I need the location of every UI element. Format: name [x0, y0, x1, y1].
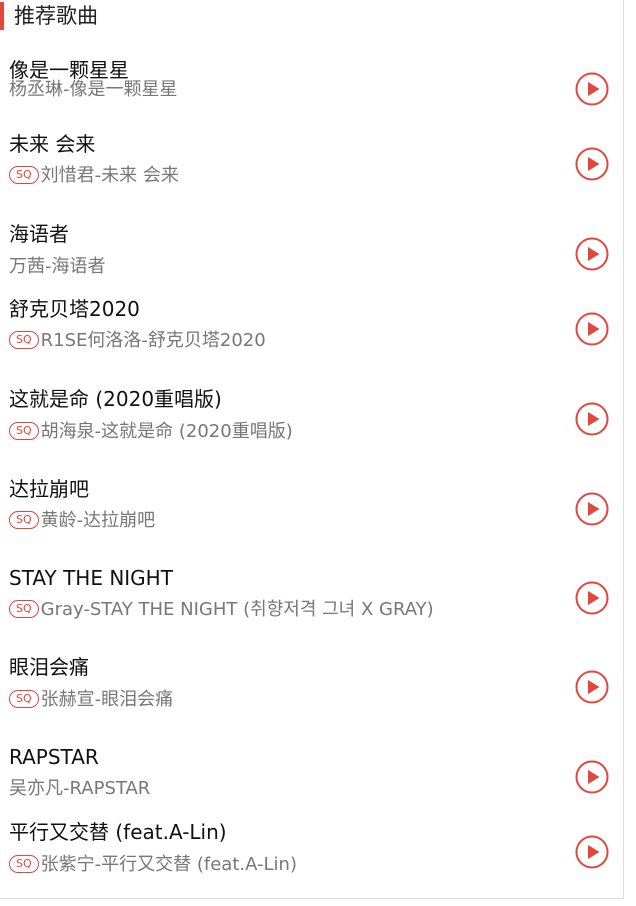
song-row[interactable]: 达拉崩吧 SQ 黄龄-达拉崩吧: [0, 475, 624, 545]
song-row[interactable]: 眼泪会痛 SQ 张赫宣-眼泪会痛: [0, 653, 624, 723]
song-meta: SQ 黄龄-达拉崩吧: [9, 509, 155, 533]
song-artist: 杨丞琳: [9, 79, 63, 100]
song-album: 舒克贝塔2020: [147, 330, 266, 351]
song-album: 海语者: [51, 256, 106, 277]
song-album: 眼泪会痛: [101, 689, 174, 710]
song-meta: SQ 胡海泉-这就是命 (2020重唱版): [9, 420, 293, 444]
song-row[interactable]: 这就是命 (2020重唱版) SQ 胡海泉-这就是命 (2020重唱版): [0, 385, 624, 455]
song-title: 未来 会来: [9, 132, 96, 156]
song-album: 像是一颗星星: [69, 79, 178, 100]
song-album: 平行又交替 (feat.A-Lin): [101, 854, 297, 875]
song-title: 达拉崩吧: [9, 477, 89, 501]
song-meta: 万茜-海语者: [9, 255, 106, 279]
play-circle-icon[interactable]: [575, 237, 609, 271]
song-meta: 吴亦凡-RAPSTAR: [9, 777, 150, 801]
sq-quality-badge: SQ: [9, 855, 39, 873]
play-circle-icon[interactable]: [575, 835, 609, 869]
play-circle-icon[interactable]: [575, 581, 609, 615]
song-artist: 张赫宣: [40, 689, 95, 710]
section-accent-bar: [0, 2, 4, 30]
song-meta: SQ 张紫宁-平行又交替 (feat.A-Lin): [9, 853, 297, 877]
song-title: 舒克贝塔2020: [9, 297, 140, 321]
song-title: 海语者: [9, 222, 69, 246]
song-meta: SQ Gray-STAY THE NIGHT (취향저격 그녀 X GRAY): [9, 598, 434, 622]
song-album: 达拉崩吧: [83, 510, 156, 531]
sq-quality-badge: SQ: [9, 690, 39, 708]
sq-quality-badge: SQ: [9, 331, 39, 349]
sq-quality-badge: SQ: [9, 166, 39, 184]
song-meta: SQ R1SE何洛洛-舒克贝塔2020: [9, 329, 266, 353]
song-artist: Gray: [40, 599, 84, 620]
song-meta: SQ 刘惜君-未来 会来: [9, 164, 179, 188]
section-header: 推荐歌曲: [0, 0, 623, 32]
song-row[interactable]: 像是一颗星星 杨丞琳-像是一颗星星: [0, 56, 624, 126]
song-artist: 胡海泉: [40, 421, 95, 442]
song-row[interactable]: RAPSTAR 吴亦凡-RAPSTAR: [0, 743, 624, 813]
play-circle-icon[interactable]: [575, 760, 609, 794]
song-artist: 万茜: [9, 256, 45, 277]
play-circle-icon[interactable]: [575, 72, 609, 106]
section-title: 推荐歌曲: [14, 4, 98, 28]
song-album: RAPSTAR: [69, 778, 151, 799]
play-circle-icon[interactable]: [575, 670, 609, 704]
song-row[interactable]: 海语者 万茜-海语者: [0, 220, 624, 290]
sq-quality-badge: SQ: [9, 511, 39, 529]
song-row[interactable]: 平行又交替 (feat.A-Lin) SQ 张紫宁-平行又交替 (feat.A-Li…: [0, 818, 624, 888]
song-row[interactable]: 未来 会来 SQ 刘惜君-未来 会来: [0, 130, 624, 200]
play-circle-icon[interactable]: [575, 492, 609, 526]
play-circle-icon[interactable]: [575, 312, 609, 346]
sq-quality-badge: SQ: [9, 600, 39, 618]
song-album: STAY THE NIGHT (취향저격 그녀 X GRAY): [89, 599, 434, 620]
play-circle-icon[interactable]: [575, 147, 609, 181]
song-artist: 刘惜君: [40, 165, 95, 186]
song-row[interactable]: STAY THE NIGHT SQ Gray-STAY THE NIGHT (취향저…: [0, 564, 624, 634]
recommended-songs-panel: 推荐歌曲 像是一颗星星 杨丞琳-像是一颗星星 未来 会来 SQ 刘惜君-未来 会来 海语者…: [0, 0, 624, 899]
song-artist: 张紫宁: [40, 854, 95, 875]
song-title: 这就是命 (2020重唱版): [9, 387, 222, 411]
song-album: 未来 会来: [101, 165, 179, 186]
song-artist: 黄龄: [40, 510, 77, 531]
song-title: RAPSTAR: [9, 745, 99, 769]
song-meta: 杨丞琳-像是一颗星星: [9, 78, 178, 102]
play-circle-icon[interactable]: [575, 402, 609, 436]
song-title: 眼泪会痛: [9, 655, 89, 679]
song-title: STAY THE NIGHT: [9, 566, 173, 590]
song-meta: SQ 张赫宣-眼泪会痛: [9, 688, 173, 712]
song-row[interactable]: 舒克贝塔2020 SQ R1SE何洛洛-舒克贝塔2020: [0, 295, 624, 365]
song-album: 这就是命 (2020重唱版): [101, 421, 293, 442]
song-title: 平行又交替 (feat.A-Lin): [9, 820, 227, 844]
song-artist: 吴亦凡: [9, 778, 63, 799]
sq-quality-badge: SQ: [9, 422, 39, 440]
song-artist: R1SE何洛洛: [40, 330, 142, 351]
